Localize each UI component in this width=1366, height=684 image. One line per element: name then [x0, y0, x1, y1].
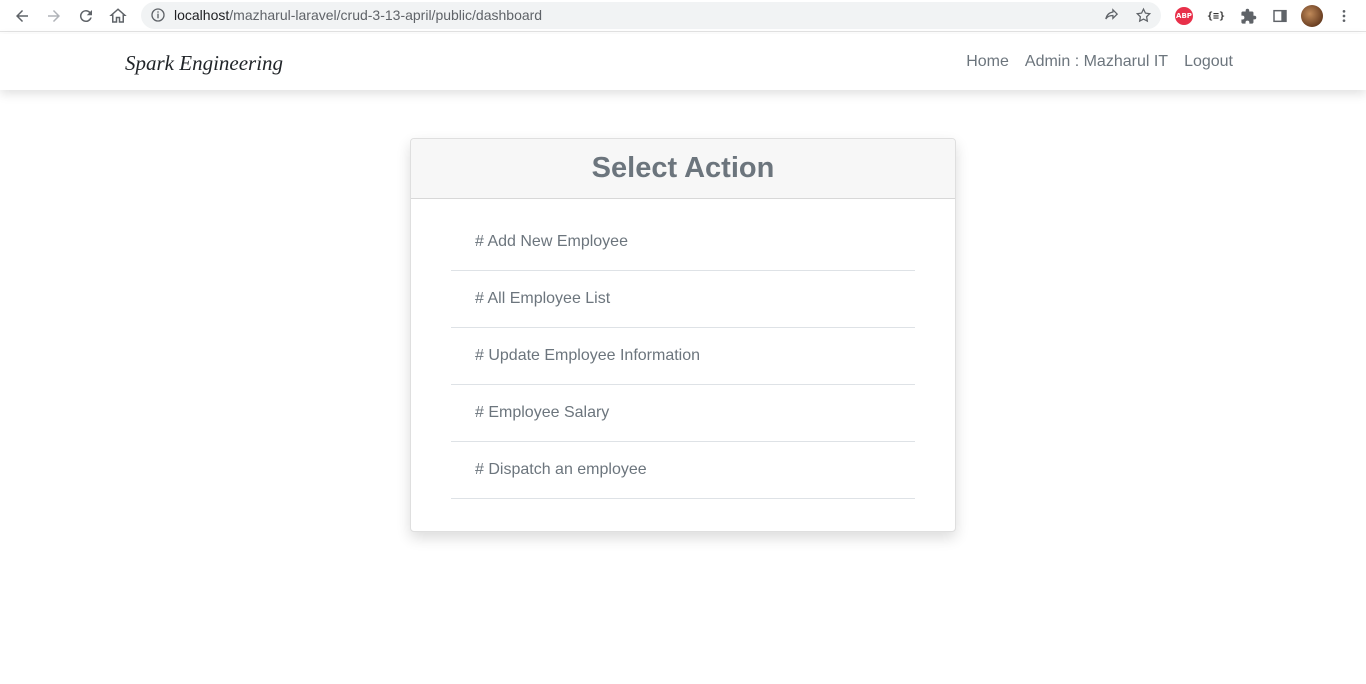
browser-toolbar: localhost/mazharul-laravel/crud-3-13-apr… — [0, 0, 1366, 32]
reload-icon — [79, 10, 92, 23]
menu-button[interactable] — [1333, 5, 1355, 27]
adblock-icon: ABP — [1175, 7, 1193, 25]
url-host: localhost — [174, 7, 230, 23]
profile-button[interactable] — [1301, 5, 1323, 27]
action-list: # Add New Employee # All Employee List #… — [451, 213, 915, 499]
nav-logout-link[interactable]: Logout — [1184, 53, 1233, 71]
share-icon[interactable] — [1103, 7, 1120, 24]
puzzle-icon — [1240, 8, 1256, 24]
arrow-right-icon — [48, 10, 60, 22]
card-header: Select Action — [411, 139, 955, 199]
json-viewer-icon: {≡} — [1206, 10, 1226, 22]
app-navbar: Spark Engineering Home Admin : Mazharul … — [0, 34, 1366, 90]
forward-button[interactable] — [38, 0, 70, 32]
side-panel-icon — [1273, 9, 1287, 23]
extensions-button[interactable] — [1237, 5, 1259, 27]
url-text[interactable]: localhost/mazharul-laravel/crud-3-13-apr… — [174, 7, 542, 23]
home-button[interactable] — [102, 0, 134, 32]
address-bar[interactable]: localhost/mazharul-laravel/crud-3-13-apr… — [141, 2, 1161, 29]
card-title: Select Action — [591, 152, 775, 184]
select-action-card: Select Action # Add New Employee # All E… — [410, 138, 956, 532]
adblock-extension-button[interactable]: ABP — [1173, 5, 1195, 27]
side-panel-button[interactable] — [1269, 5, 1291, 27]
arrow-left-icon — [16, 10, 28, 22]
avatar — [1301, 5, 1323, 27]
kebab-menu-icon — [1342, 10, 1346, 22]
action-dispatch-employee[interactable]: # Dispatch an employee — [451, 442, 915, 499]
json-extension-button[interactable]: {≡} — [1205, 5, 1227, 27]
action-all-employee-list[interactable]: # All Employee List — [451, 271, 915, 328]
bookmark-star-icon[interactable] — [1135, 7, 1152, 24]
url-path: /mazharul-laravel/crud-3-13-april/public… — [229, 7, 543, 23]
home-icon — [109, 8, 127, 23]
info-icon[interactable] — [150, 7, 166, 23]
action-employee-salary[interactable]: # Employee Salary — [451, 385, 915, 442]
brand-logo[interactable]: Spark Engineering — [125, 51, 283, 76]
back-button[interactable] — [6, 0, 38, 32]
reload-button[interactable] — [70, 0, 102, 32]
action-update-employee-information[interactable]: # Update Employee Information — [451, 328, 915, 385]
nav-links: Home Admin : Mazharul IT Logout — [966, 53, 1233, 71]
nav-home-link[interactable]: Home — [966, 53, 1009, 71]
nav-admin-link[interactable]: Admin : Mazharul IT — [1025, 53, 1168, 71]
action-add-new-employee[interactable]: # Add New Employee — [451, 213, 915, 271]
